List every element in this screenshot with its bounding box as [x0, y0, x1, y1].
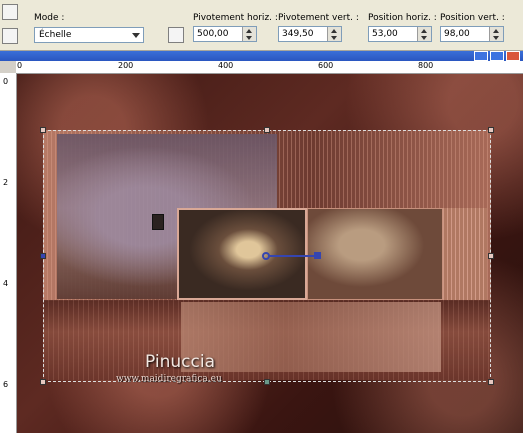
- pivot-vert-stepper[interactable]: [327, 27, 341, 41]
- pick-tool-icon[interactable]: [2, 4, 18, 20]
- handle-middle-left[interactable]: [40, 253, 46, 259]
- ruler-tick: 2: [3, 178, 9, 187]
- handle-middle-right[interactable]: [488, 253, 494, 259]
- down-arrow-icon: [246, 36, 252, 40]
- tool-preset-icon[interactable]: [2, 28, 18, 44]
- position-vert-value: 98,00: [444, 29, 470, 39]
- handle-top-right[interactable]: [488, 127, 494, 133]
- mode-select[interactable]: Échelle: [34, 27, 144, 43]
- maximize-icon[interactable]: [490, 51, 504, 61]
- pivot-horiz-value: 500,00: [197, 29, 229, 39]
- position-vert-stepper[interactable]: [489, 27, 503, 41]
- ruler-tick: 400: [218, 61, 234, 70]
- position-vert-label: Position vert. :: [440, 13, 505, 23]
- position-horiz-input[interactable]: 53,00: [368, 26, 432, 42]
- position-horiz-stepper[interactable]: [417, 27, 431, 41]
- ruler-tick: 0: [3, 77, 9, 86]
- pivot-vert-value: 349,50: [282, 29, 314, 39]
- ruler-tick: 6: [3, 380, 9, 389]
- down-arrow-icon: [493, 36, 499, 40]
- up-arrow-icon: [246, 29, 252, 33]
- horizontal-ruler: 0 200 400 600 800: [16, 61, 523, 74]
- close-icon[interactable]: [506, 51, 520, 61]
- up-arrow-icon: [493, 29, 499, 33]
- handle-top-center[interactable]: [264, 127, 270, 133]
- rotation-handle-line: [269, 255, 317, 257]
- pivot-horiz-input[interactable]: 500,00: [193, 26, 257, 42]
- position-horiz-value: 53,00: [372, 29, 398, 39]
- pivot-vert-label: Pivotement vert. :: [278, 13, 359, 23]
- pivot-vert-input[interactable]: 349,50: [278, 26, 342, 42]
- ruler-tick: 800: [418, 61, 434, 70]
- down-arrow-icon: [421, 36, 427, 40]
- handle-bottom-right[interactable]: [488, 379, 494, 385]
- minimize-icon[interactable]: [474, 51, 488, 61]
- position-horiz-label: Position horiz. :: [368, 13, 437, 23]
- up-arrow-icon: [421, 29, 427, 33]
- pivot-horiz-stepper[interactable]: [242, 27, 256, 41]
- ruler-tick: 4: [3, 279, 9, 288]
- image-canvas[interactable]: Pinuccia www.maidiregrafica.eu: [17, 74, 523, 433]
- pivot-horiz-label: Pivotement horiz. :: [193, 13, 278, 23]
- rotation-handle[interactable]: [314, 252, 321, 259]
- transform-icon[interactable]: [168, 27, 184, 43]
- handle-top-left[interactable]: [40, 127, 46, 133]
- handle-bottom-left[interactable]: [40, 379, 46, 385]
- ruler-tick: 200: [118, 61, 134, 70]
- ruler-tick: 600: [318, 61, 334, 70]
- tool-options-toolbar: Mode : Échelle Pivotement horiz. : 500,0…: [0, 0, 523, 51]
- signature-text: Pinuccia: [145, 352, 215, 372]
- document-title-bar[interactable]: [0, 51, 523, 61]
- position-vert-input[interactable]: 98,00: [440, 26, 504, 42]
- website-text: www.maidiregrafica.eu: [116, 374, 222, 384]
- mode-value: Échelle: [39, 30, 72, 40]
- down-arrow-icon: [331, 36, 337, 40]
- chevron-down-icon: [132, 33, 140, 38]
- ruler-corner: [0, 61, 16, 73]
- mode-label: Mode :: [34, 13, 65, 23]
- ruler-tick: 0: [17, 61, 23, 70]
- up-arrow-icon: [331, 29, 337, 33]
- vertical-ruler: 0 2 4 6: [0, 73, 17, 433]
- handle-bottom-center[interactable]: [264, 379, 270, 385]
